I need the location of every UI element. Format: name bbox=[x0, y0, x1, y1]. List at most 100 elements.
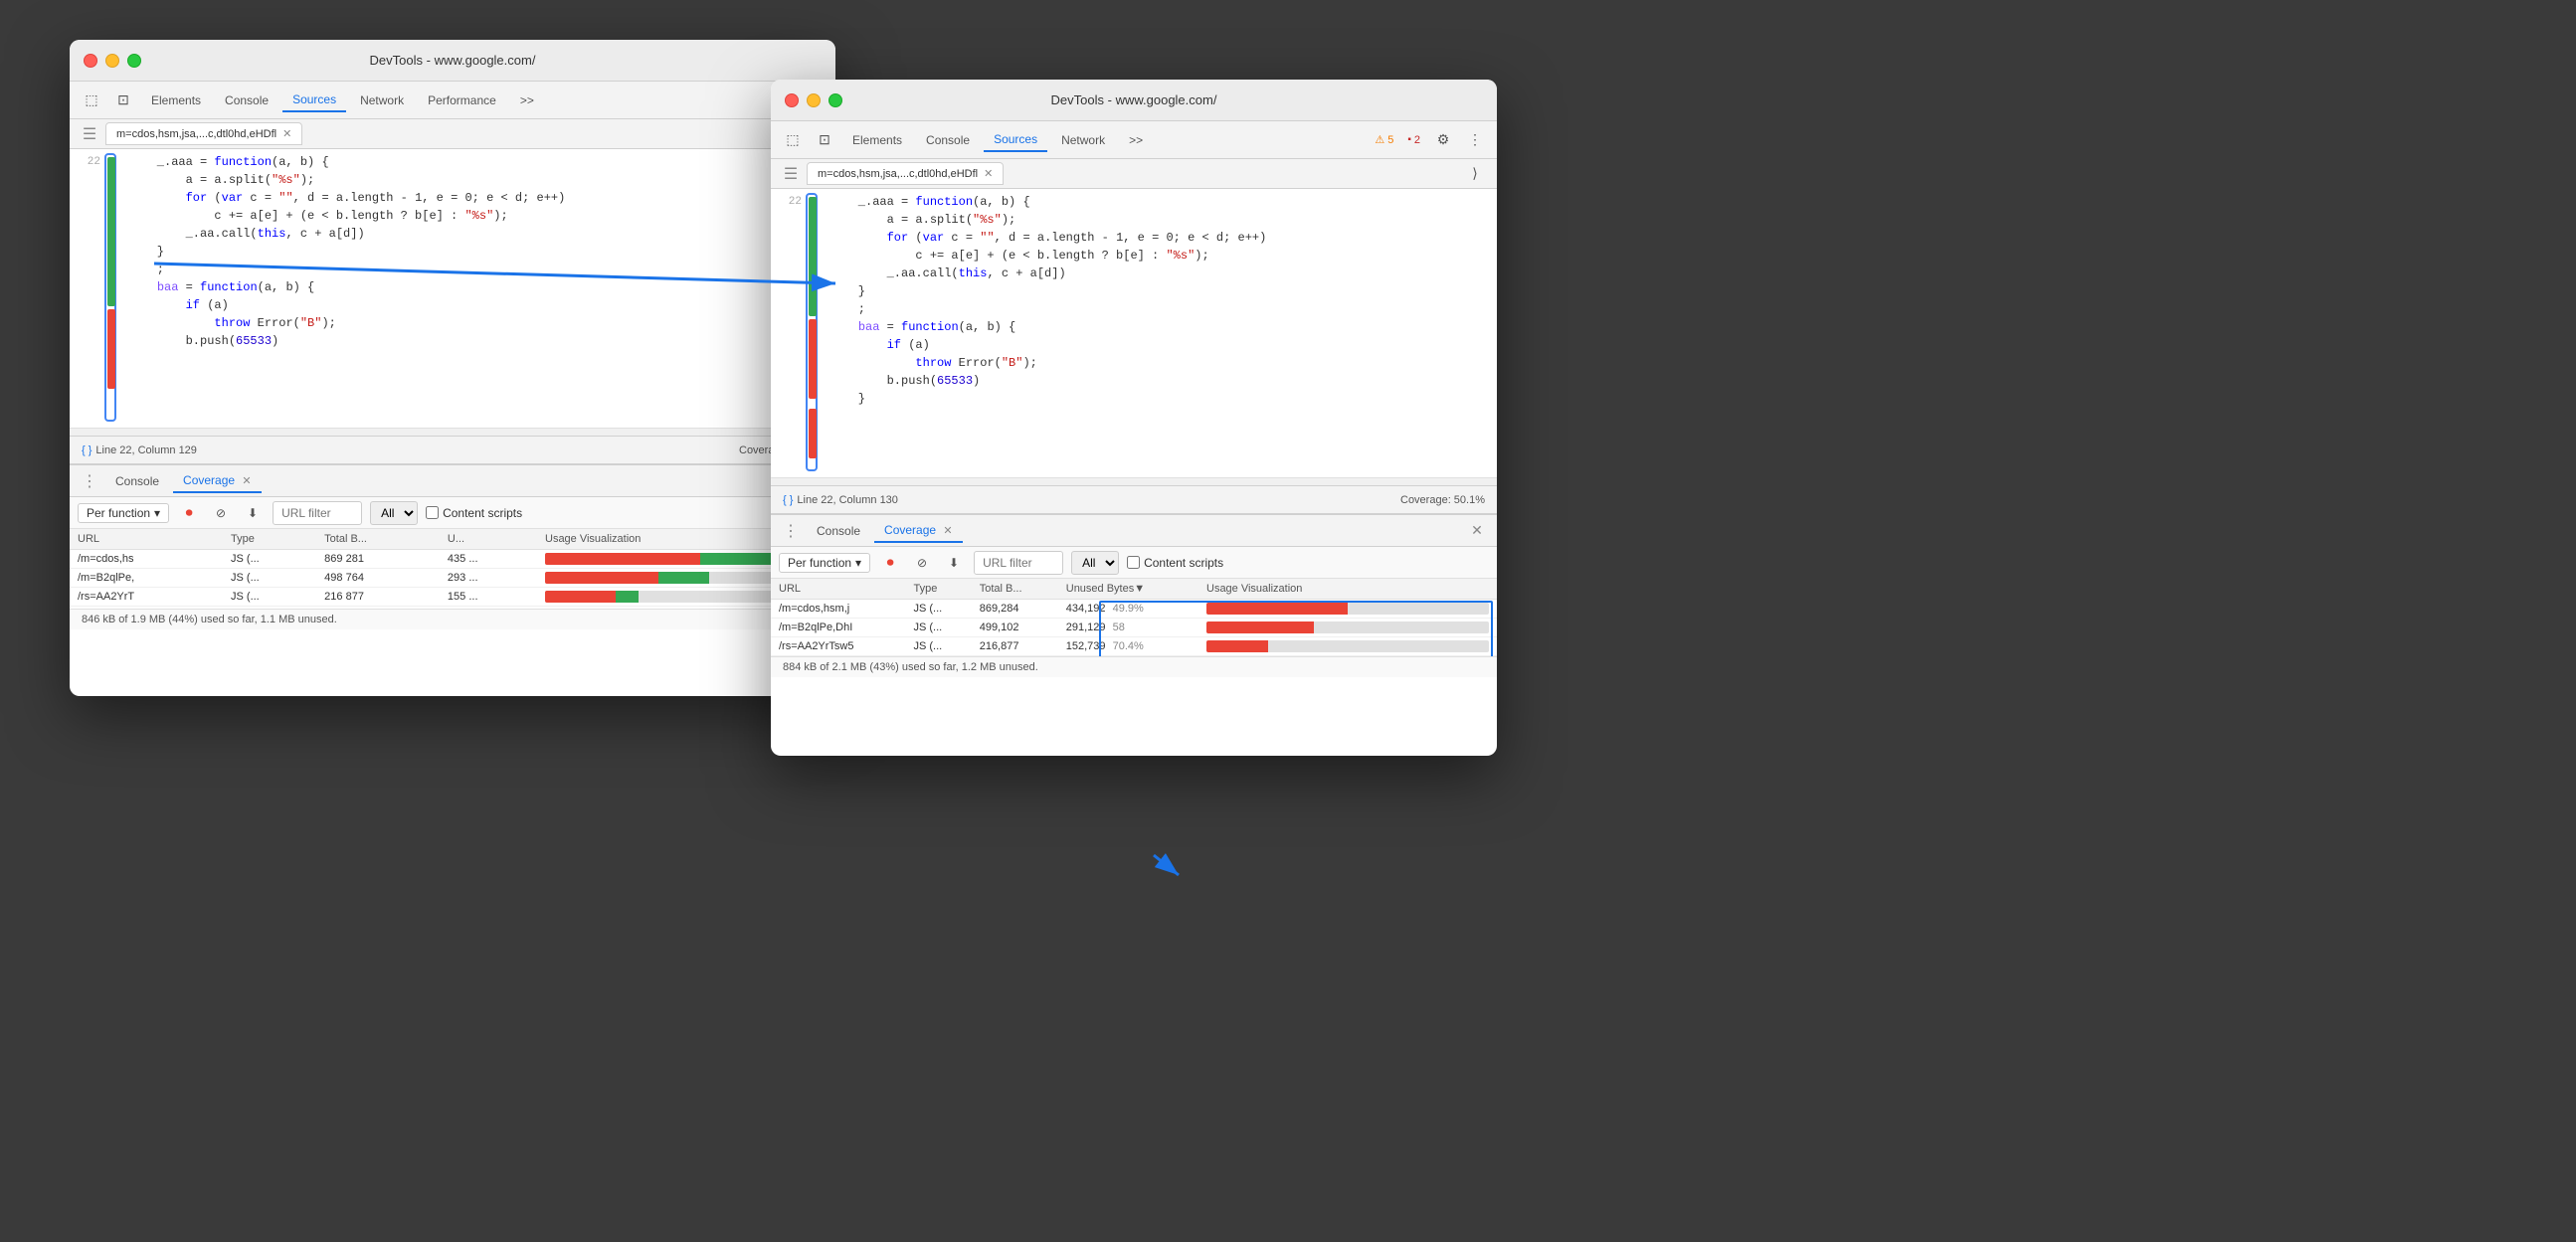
coverage-row-1-1[interactable]: /m=cdos,hs JS (... 869 281 435 ... bbox=[70, 550, 835, 569]
content-scripts-checkbox-1[interactable] bbox=[426, 506, 439, 519]
panel-dots-2[interactable]: ⋮ bbox=[779, 519, 803, 543]
file-tab-1[interactable]: m=cdos,hsm,jsa,...c,dtl0hd,eHDfl ✕ bbox=[105, 122, 302, 145]
scrollbar-1[interactable] bbox=[70, 428, 835, 436]
col-unused-1: U... bbox=[440, 529, 537, 550]
row-unused-2-1: 434,192 49.9% bbox=[1058, 600, 1198, 619]
tab-console-2[interactable]: Console bbox=[916, 129, 980, 151]
content-scripts-label-2[interactable]: Content scripts bbox=[1127, 556, 1223, 570]
code-editor-1[interactable]: 22 _.aaa = function(a, b) { a = a.split(… bbox=[70, 149, 835, 428]
download-btn-2[interactable]: ⬇ bbox=[942, 551, 966, 575]
collapse-sidebar-icon-2[interactable]: ⟩ bbox=[1461, 160, 1489, 188]
console-tab-1[interactable]: Console bbox=[105, 470, 169, 492]
code-line-2-6: } bbox=[775, 282, 1497, 300]
code-editor-2[interactable]: 22 _.aaa = function(a, b) { a = a.split(… bbox=[771, 189, 1497, 477]
gear-icon-2[interactable]: ⚙ bbox=[1429, 126, 1457, 154]
record-btn-2[interactable]: ⏺ bbox=[878, 551, 902, 575]
tab-performance-1[interactable]: Performance bbox=[418, 89, 506, 111]
content-scripts-label-1[interactable]: Content scripts bbox=[426, 506, 522, 520]
more-icon-2[interactable]: ⋮ bbox=[1461, 126, 1489, 154]
bottom-tabbar-1: ⋮ Console Coverage ✕ ✕ bbox=[70, 465, 835, 497]
tab-elements-2[interactable]: Elements bbox=[842, 129, 912, 151]
code-line-2-8: baa = function(a, b) { bbox=[775, 318, 1497, 336]
tab-network-1[interactable]: Network bbox=[350, 89, 414, 111]
maximize-button-1[interactable] bbox=[127, 54, 141, 68]
per-function-btn-1[interactable]: Per function ▾ bbox=[78, 503, 169, 523]
coverage-row-2-3[interactable]: /rs=AA2YrTsw5 JS (... 216,877 152,739 70… bbox=[771, 637, 1497, 656]
devtools-window-1: DevTools - www.google.com/ ⬚ ⊡ Elements … bbox=[70, 40, 835, 696]
file-tab-close-2[interactable]: ✕ bbox=[984, 167, 993, 180]
tab-console-1[interactable]: Console bbox=[215, 89, 278, 111]
coverage-row-2-2[interactable]: /m=B2qlPe,DhI JS (... 499,102 291,129 58 bbox=[771, 619, 1497, 637]
traffic-lights-1 bbox=[84, 54, 141, 68]
minimize-button-1[interactable] bbox=[105, 54, 119, 68]
file-tabbar-1: ☰ m=cdos,hsm,jsa,...c,dtl0hd,eHDfl ✕ ⟩ bbox=[70, 119, 835, 149]
col-url-1: URL bbox=[70, 529, 223, 550]
error-icon: ▪ bbox=[1407, 134, 1411, 145]
row-unused-1-2: 293 ... bbox=[440, 569, 537, 588]
url-filter-input-1[interactable] bbox=[273, 501, 362, 525]
coverage-row-1-3[interactable]: /rs=AA2YrT JS (... 216 877 155 ... bbox=[70, 588, 835, 607]
coverage-tab-1[interactable]: Coverage ✕ bbox=[173, 469, 262, 493]
all-select-2[interactable]: All bbox=[1071, 551, 1119, 575]
all-select-1[interactable]: All bbox=[370, 501, 418, 525]
row-total-2-2: 499,102 bbox=[972, 619, 1058, 637]
download-btn-1[interactable]: ⬇ bbox=[241, 501, 265, 525]
status-left-1: { } Line 22, Column 129 bbox=[82, 444, 197, 456]
clear-btn-2[interactable]: ⊘ bbox=[910, 551, 934, 575]
gutter-green-1 bbox=[107, 157, 115, 306]
code-line-3: for (var c = "", d = a.length - 1, e = 0… bbox=[74, 189, 835, 207]
used-bar-1-3 bbox=[545, 591, 616, 603]
tab-sources-2[interactable]: Sources bbox=[984, 128, 1047, 152]
file-tab-close-1[interactable]: ✕ bbox=[282, 127, 291, 140]
coverage-tab-close-2[interactable]: ✕ bbox=[943, 525, 952, 537]
coverage-tab-2[interactable]: Coverage ✕ bbox=[874, 519, 963, 543]
warn-badge-yellow: ⚠ 5 bbox=[1370, 132, 1398, 147]
code-line-2-9: if (a) bbox=[775, 336, 1497, 354]
warn-triangle-icon: ⚠ bbox=[1375, 133, 1384, 146]
usage-bar-2-1 bbox=[1206, 603, 1489, 615]
clear-btn-1[interactable]: ⊘ bbox=[209, 501, 233, 525]
maximize-button-2[interactable] bbox=[828, 93, 842, 107]
code-line-2-4: c += a[e] + (e < b.length ? b[e] : "%s")… bbox=[775, 247, 1497, 265]
row-viz-2-1 bbox=[1198, 600, 1497, 619]
url-filter-input-2[interactable] bbox=[974, 551, 1063, 575]
coverage-footer-1: 846 kB of 1.9 MB (44%) used so far, 1.1 … bbox=[70, 609, 835, 629]
close-button-2[interactable] bbox=[785, 93, 799, 107]
coverage-row-2-1[interactable]: /m=cdos,hsm,j JS (... 869,284 434,192 49… bbox=[771, 600, 1497, 619]
tab-more-1[interactable]: >> bbox=[510, 89, 544, 111]
scrollbar-2[interactable] bbox=[771, 477, 1497, 485]
tab-sources-1[interactable]: Sources bbox=[282, 89, 346, 112]
inspect-icon[interactable]: ⬚ bbox=[78, 87, 105, 114]
code-line-11: b.push(65533) bbox=[74, 332, 835, 350]
sidebar-toggle-1[interactable]: ☰ bbox=[78, 122, 101, 146]
sidebar-toggle-2[interactable]: ☰ bbox=[779, 162, 803, 186]
coverage-toolbar-2: Per function ▾ ⏺ ⊘ ⬇ All Content scripts bbox=[771, 547, 1497, 579]
tab-network-2[interactable]: Network bbox=[1051, 129, 1115, 151]
tab-more-2[interactable]: >> bbox=[1119, 129, 1153, 151]
code-line-2-12: } bbox=[775, 390, 1497, 408]
coverage-row-1-2[interactable]: /m=B2qlPe, JS (... 498 764 293 ... bbox=[70, 569, 835, 588]
panel-dots-1[interactable]: ⋮ bbox=[78, 469, 101, 493]
bottom-tabbar-2: ⋮ Console Coverage ✕ ✕ bbox=[771, 515, 1497, 547]
console-tab-2[interactable]: Console bbox=[807, 520, 870, 542]
content-scripts-checkbox-2[interactable] bbox=[1127, 556, 1140, 569]
device-icon[interactable]: ⊡ bbox=[109, 87, 137, 114]
record-btn-1[interactable]: ⏺ bbox=[177, 501, 201, 525]
row-total-1-2: 498 764 bbox=[316, 569, 440, 588]
row-type-2-3: JS (... bbox=[905, 637, 971, 656]
col-total-1: Total B... bbox=[316, 529, 440, 550]
close-button-1[interactable] bbox=[84, 54, 97, 68]
device-icon-2[interactable]: ⊡ bbox=[811, 126, 838, 154]
inspect-icon-2[interactable]: ⬚ bbox=[779, 126, 807, 154]
window-titlebar-1: DevTools - www.google.com/ bbox=[70, 40, 835, 82]
file-tab-2[interactable]: m=cdos,hsm,jsa,...c,dtl0hd,eHDfl ✕ bbox=[807, 162, 1004, 185]
panel-close-2[interactable]: ✕ bbox=[1465, 519, 1489, 543]
per-function-btn-2[interactable]: Per function ▾ bbox=[779, 553, 870, 573]
code-line-2-3: for (var c = "", d = a.length - 1, e = 0… bbox=[775, 229, 1497, 247]
row-total-1-3: 216 877 bbox=[316, 588, 440, 607]
coverage-tab-close-1[interactable]: ✕ bbox=[242, 475, 251, 487]
minimize-button-2[interactable] bbox=[807, 93, 821, 107]
tab-elements-1[interactable]: Elements bbox=[141, 89, 211, 111]
gutter-red-2b bbox=[809, 409, 817, 458]
used-bar-1-1 bbox=[545, 553, 700, 565]
